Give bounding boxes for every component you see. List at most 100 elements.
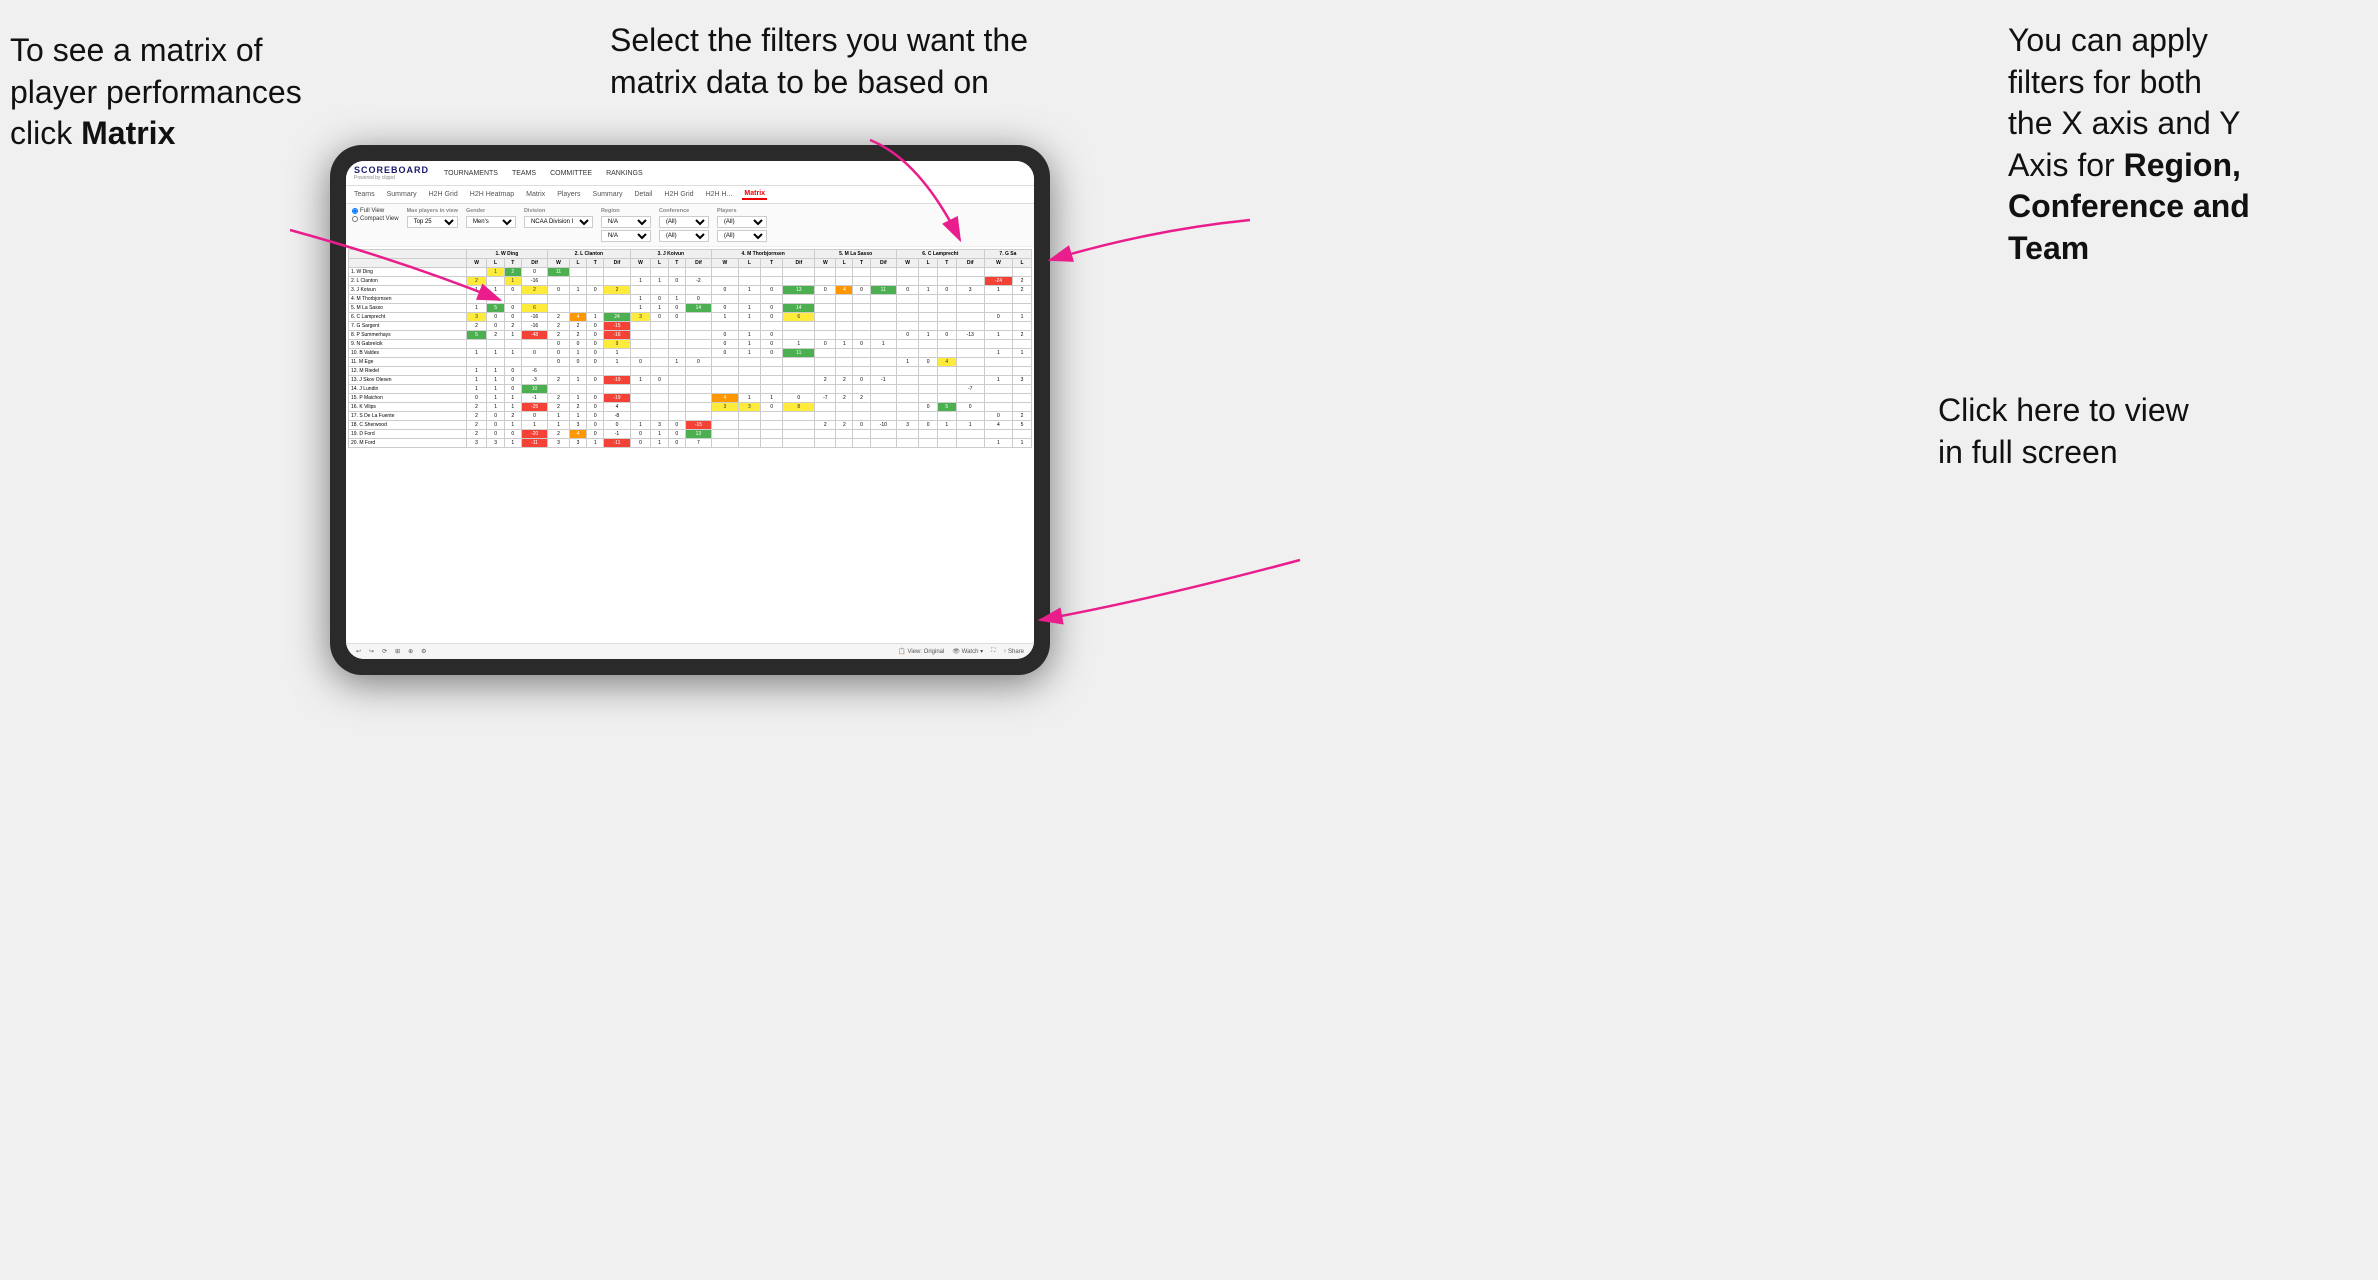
player-name-cell: 15. P Maichon (349, 394, 467, 403)
matrix-cell (761, 412, 783, 421)
matrix-cell (685, 385, 711, 394)
refresh-btn[interactable]: ⟳ (380, 647, 389, 656)
matrix-cell (685, 340, 711, 349)
matrix-cell: 1 (956, 421, 984, 430)
subnav-summary2[interactable]: Summary (591, 190, 625, 199)
matrix-cell: 1 (487, 349, 504, 358)
matrix-cell (853, 430, 870, 439)
subnav-h2h-grid2[interactable]: H2H Grid (662, 190, 695, 199)
matrix-cell: -15 (604, 322, 630, 331)
matrix-cell: -16 (521, 277, 547, 286)
watch-btn[interactable]: 👁 Watch ▾ (950, 647, 985, 656)
players-select1[interactable]: (All) (717, 216, 767, 228)
matrix-cell: 1 (569, 376, 586, 385)
full-view-option[interactable]: Full View (352, 208, 399, 214)
players-select2[interactable]: (All) (717, 230, 767, 242)
matrix-cell: 2 (466, 421, 487, 430)
matrix-cell: 3 (1013, 376, 1032, 385)
matrix-cell (937, 340, 956, 349)
matrix-cell (956, 295, 984, 304)
matrix-cell (651, 403, 668, 412)
matrix-cell (956, 412, 984, 421)
player-name-cell: 9. N Gabrelcik (349, 340, 467, 349)
subnav-h2h-h[interactable]: H2H H... (704, 190, 735, 199)
nav-committee[interactable]: COMMITTEE (547, 168, 595, 179)
matrix-cell: 0 (587, 412, 604, 421)
screen-btn[interactable]: ⛶ (989, 647, 997, 656)
nav-tournaments[interactable]: TOURNAMENTS (441, 168, 501, 179)
matrix-cell (1013, 358, 1032, 367)
subnav-matrix[interactable]: Matrix (524, 190, 547, 199)
region-select2[interactable]: N/A (601, 230, 651, 242)
matrix-cell (956, 349, 984, 358)
compact-view-radio[interactable] (352, 216, 358, 222)
matrix-cell (815, 358, 836, 367)
sh-w5: W (815, 259, 836, 268)
matrix-cell (651, 286, 668, 295)
matrix-cell (984, 268, 1012, 277)
conference-select1[interactable]: (All) (659, 216, 709, 228)
matrix-cell (738, 268, 760, 277)
full-view-radio[interactable] (352, 208, 358, 214)
matrix-cell: -19 (604, 394, 630, 403)
matrix-cell (587, 304, 604, 313)
subnav-h2h-grid[interactable]: H2H Grid (427, 190, 460, 199)
sh-t2: T (587, 259, 604, 268)
settings-btn[interactable]: ⚙ (419, 647, 428, 656)
logo-area: SCOREBOARD Powered by clippd (354, 165, 429, 181)
table-row: 5. M La Sasso15061101401014 (349, 304, 1032, 313)
matrix-cell (569, 367, 586, 376)
matrix-cell (651, 331, 668, 340)
matrix-cell (919, 295, 938, 304)
subnav-detail[interactable]: Detail (632, 190, 654, 199)
compact-view-option[interactable]: Compact View (352, 216, 399, 222)
subnav-matrix-active[interactable]: Matrix (742, 189, 767, 200)
matrix-cell: 0 (761, 403, 783, 412)
matrix-cell (630, 349, 651, 358)
ann-right-line1: You can apply (2008, 22, 2208, 58)
undo-btn[interactable]: ↩ (354, 647, 363, 656)
matrix-cell: 1 (783, 340, 815, 349)
matrix-cell (815, 268, 836, 277)
subnav-summary[interactable]: Summary (385, 190, 419, 199)
nav-teams[interactable]: TEAMS (509, 168, 539, 179)
matrix-cell: 0 (853, 340, 870, 349)
matrix-cell (487, 358, 504, 367)
matrix-cell (836, 439, 853, 448)
matrix-cell: 0 (984, 313, 1012, 322)
subnav-players[interactable]: Players (555, 190, 582, 199)
matrix-cell (870, 304, 896, 313)
matrix-cell: 2 (487, 331, 504, 340)
matrix-cell (668, 322, 685, 331)
full-view-label: Full View (360, 208, 384, 214)
share-btn[interactable]: ↑ Share (1001, 648, 1026, 656)
subnav-teams[interactable]: Teams (352, 190, 377, 199)
division-select[interactable]: NCAA Division I (524, 216, 593, 228)
matrix-cell (761, 322, 783, 331)
matrix-cell (604, 268, 630, 277)
conference-select2[interactable]: (All) (659, 230, 709, 242)
toolbar-left: ↩ ↪ ⟳ ⊞ ⊕ ⚙ (354, 647, 429, 656)
matrix-cell: 2 (548, 376, 570, 385)
grid-btn[interactable]: ⊞ (393, 647, 402, 656)
matrix-cell (668, 367, 685, 376)
nav-rankings[interactable]: RANKINGS (603, 168, 646, 179)
table-row: 17. S De La Fuente2020110-802 (349, 412, 1032, 421)
zoom-btn[interactable]: ⊕ (406, 647, 415, 656)
division-label: Division (524, 208, 593, 214)
max-players-select[interactable]: Top 25 (407, 216, 458, 228)
matrix-cell (937, 412, 956, 421)
matrix-cell (919, 322, 938, 331)
redo-btn[interactable]: ↪ (367, 647, 376, 656)
matrix-cell (668, 349, 685, 358)
matrix-cell: 1 (630, 277, 651, 286)
matrix-cell (668, 385, 685, 394)
subnav-h2h-heatmap[interactable]: H2H Heatmap (468, 190, 516, 199)
region-select[interactable]: N/A (601, 216, 651, 228)
matrix-cell: 0 (853, 421, 870, 430)
gender-select[interactable]: Men's (466, 216, 516, 228)
view-original-btn[interactable]: 📋 View: Original (896, 647, 946, 656)
matrix-cell: 0 (487, 322, 504, 331)
matrix-cell (919, 313, 938, 322)
matrix-cell: 0 (521, 268, 547, 277)
